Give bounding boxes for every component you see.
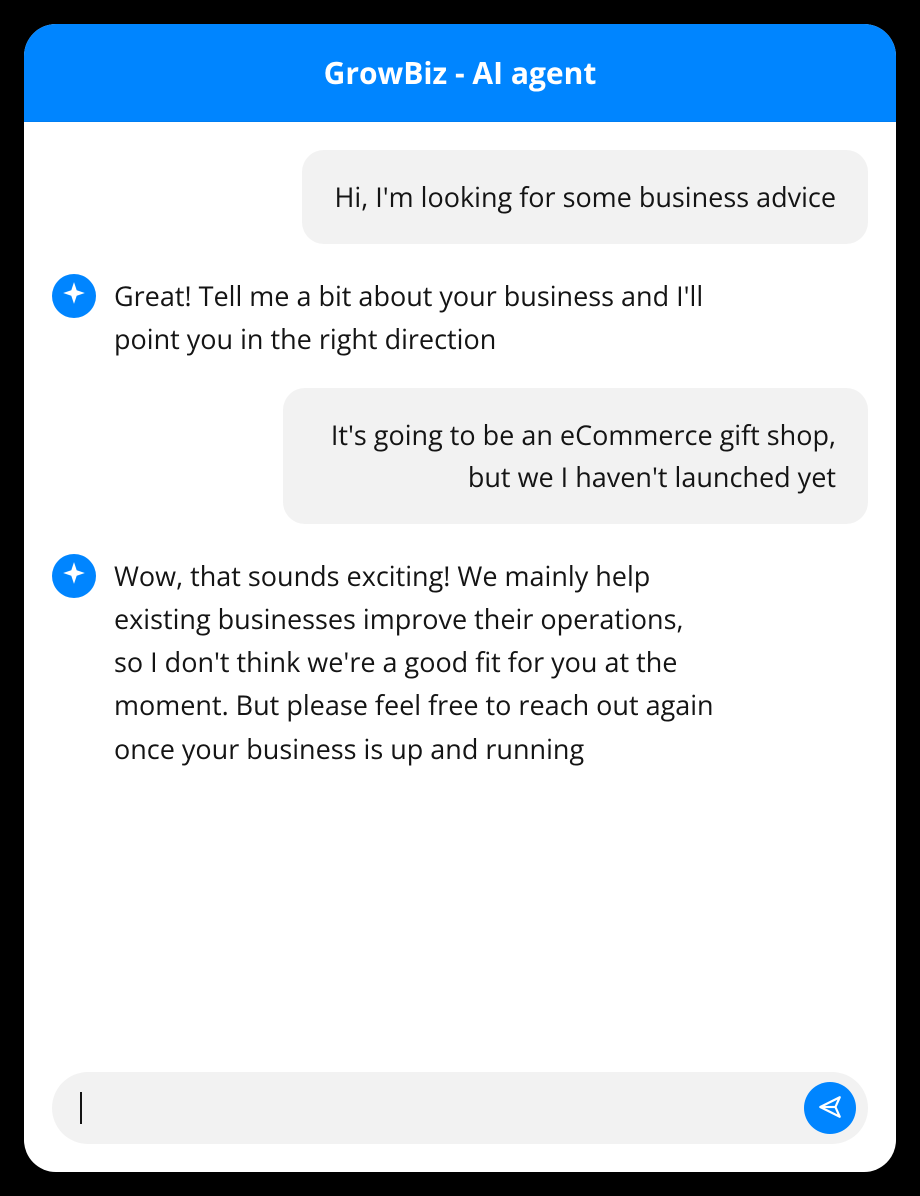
user-bubble: Hi, I'm looking for some business advice (302, 150, 868, 244)
agent-bubble: Great! Tell me a bit about your business… (114, 272, 714, 360)
message-user: It's going to be an eCommerce gift shop,… (52, 388, 868, 524)
chat-window: GrowBiz - AI agent Hi, I'm looking for s… (24, 24, 896, 1172)
user-bubble: It's going to be an eCommerce gift shop,… (283, 388, 868, 524)
message-input[interactable] (94, 1090, 792, 1127)
chat-header: GrowBiz - AI agent (24, 24, 896, 122)
chat-input-area (24, 1050, 896, 1172)
chat-title: GrowBiz - AI agent (324, 52, 597, 93)
agent-bubble: Wow, that sounds exciting! We mainly hel… (114, 552, 714, 770)
send-icon (817, 1094, 843, 1123)
agent-avatar (52, 274, 96, 318)
chat-body[interactable]: Hi, I'm looking for some business advice… (24, 122, 896, 1050)
message-user: Hi, I'm looking for some business advice (52, 150, 868, 244)
message-text: Great! Tell me a bit about your business… (114, 277, 703, 357)
sparkle-icon (61, 560, 87, 591)
message-text: Hi, I'm looking for some business advice (334, 178, 836, 215)
message-agent: Great! Tell me a bit about your business… (52, 272, 868, 360)
chat-input-pill[interactable] (52, 1072, 868, 1144)
message-text: It's going to be an eCommerce gift shop,… (331, 416, 836, 495)
sparkle-icon (61, 280, 87, 311)
send-button[interactable] (804, 1082, 856, 1134)
agent-avatar (52, 554, 96, 598)
message-agent: Wow, that sounds exciting! We mainly hel… (52, 552, 868, 770)
input-caret (80, 1092, 82, 1124)
message-text: Wow, that sounds exciting! We mainly hel… (114, 557, 714, 767)
